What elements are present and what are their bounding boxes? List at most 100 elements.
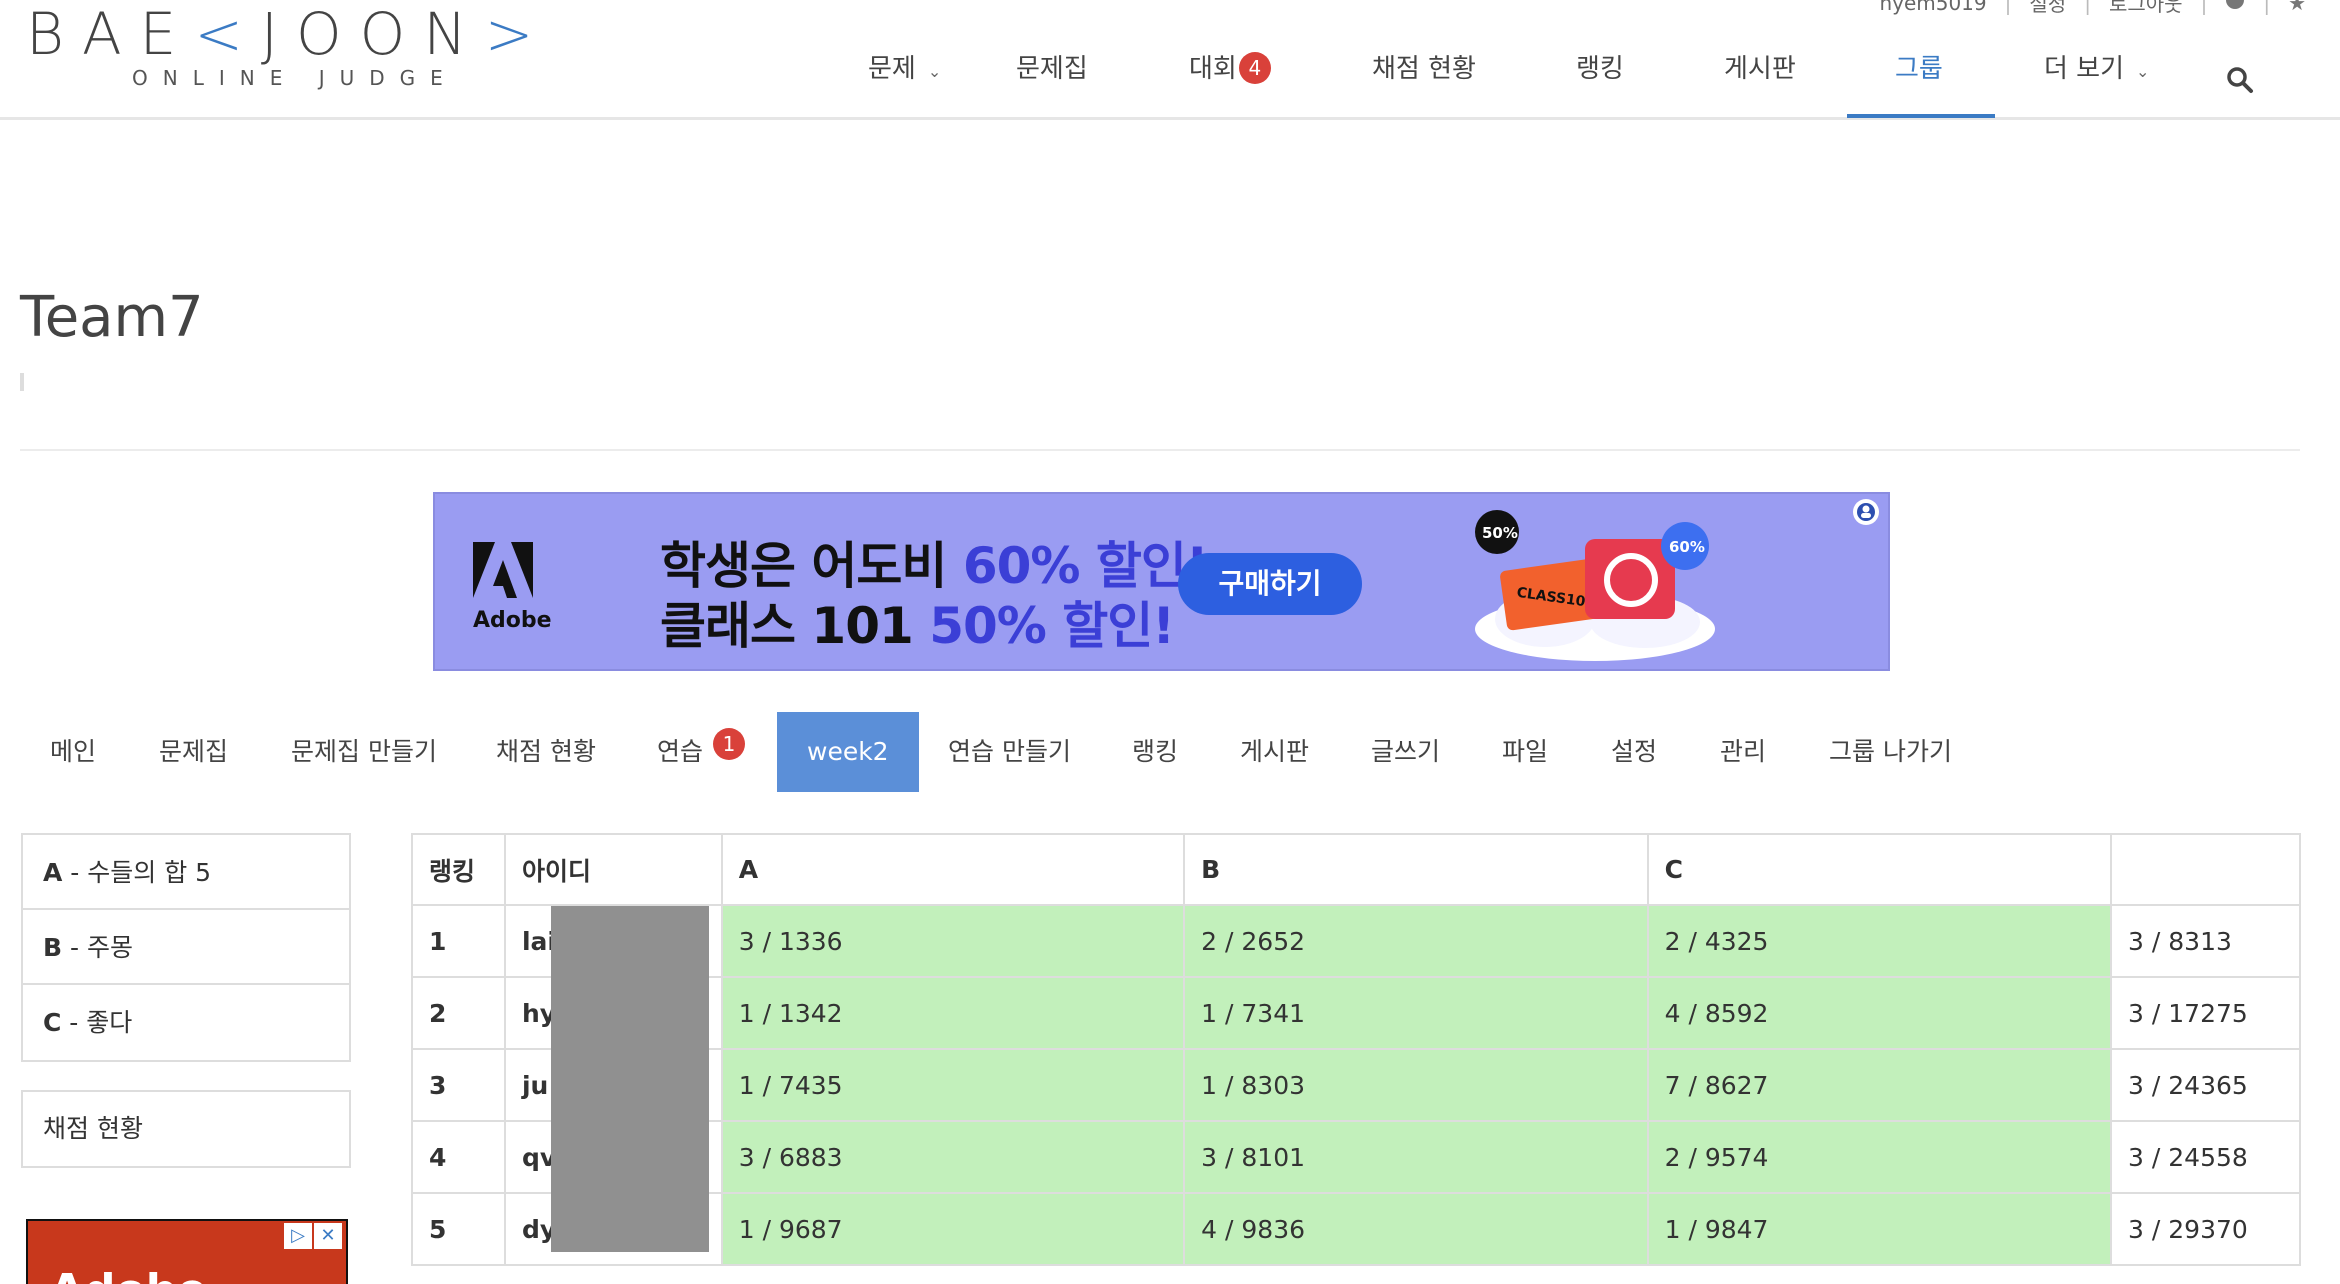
total-cell: 3 / 24558 <box>2110 1120 2301 1194</box>
table-header-row: 랭킹 아이디 A B C <box>411 833 2301 906</box>
rank-cell: 4 <box>411 1120 506 1194</box>
redaction-block <box>550 1120 709 1194</box>
score-cell-a[interactable]: 1 / 7435 <box>720 1048 1186 1122</box>
site-header: BAE<JOON> ONLINE JUDGE nyem5019 | 설정 | 로… <box>0 0 2340 120</box>
column-header-a[interactable]: A <box>720 833 1186 906</box>
nav-status[interactable]: 채점 현황 <box>1372 56 1476 120</box>
settings-link[interactable]: 설정 <box>2029 0 2066 17</box>
tab-make-practice[interactable]: 연습 만들기 <box>948 712 1071 792</box>
total-cell: 3 / 24365 <box>2110 1048 2301 1122</box>
score-cell-c[interactable]: 2 / 9574 <box>1646 1120 2113 1194</box>
score-cell-c[interactable]: 2 / 4325 <box>1646 904 2113 978</box>
globe-icon[interactable] <box>2225 0 2245 15</box>
redaction-block <box>550 976 709 1050</box>
score-cell-b[interactable]: 3 / 8101 <box>1183 1120 1649 1194</box>
title-marker <box>20 373 24 391</box>
tab-workbook[interactable]: 문제집 <box>159 712 228 792</box>
tab-write[interactable]: 글쓰기 <box>1371 712 1440 792</box>
tab-manage[interactable]: 관리 <box>1720 712 1766 792</box>
svg-text:50%: 50% <box>1482 524 1518 542</box>
sidebar-ad[interactable]: ▷ ✕ Adobe <box>26 1219 348 1284</box>
user-id-cell[interactable]: dy <box>503 1192 723 1266</box>
redaction-block <box>550 1192 709 1252</box>
nav-problems[interactable]: 문제 ⌄ <box>868 56 941 120</box>
score-cell-c[interactable]: 7 / 8627 <box>1646 1048 2113 1122</box>
ad-choices-icon[interactable]: ▷ <box>284 1223 312 1249</box>
score-cell-c[interactable]: 4 / 8592 <box>1646 976 2113 1050</box>
adobe-logo: Adobe <box>473 542 552 633</box>
user-id-cell[interactable]: lai <box>503 904 723 978</box>
nav-board[interactable]: 게시판 <box>1724 56 1796 120</box>
rank-cell: 5 <box>411 1192 506 1266</box>
sidebar-status-link[interactable]: 채점 현황 <box>21 1090 351 1168</box>
tab-settings[interactable]: 설정 <box>1611 712 1657 792</box>
ad-banner[interactable]: Adobe 학생은 어도비 60% 할인! 클래스 101 50% 할인! 구매… <box>433 492 1890 671</box>
score-cell-b[interactable]: 1 / 7341 <box>1183 976 1649 1050</box>
problem-link-a[interactable]: A - 수들의 합 5 <box>23 835 349 910</box>
user-id-cell[interactable]: qv <box>503 1120 723 1194</box>
rank-cell: 3 <box>411 1048 506 1122</box>
problem-link-c[interactable]: C - 좋다 <box>23 985 349 1060</box>
total-cell: 3 / 17275 <box>2110 976 2301 1050</box>
score-cell-b[interactable]: 2 / 2652 <box>1183 904 1649 978</box>
divider: | <box>2263 0 2271 15</box>
user-id-cell[interactable]: ju <box>503 1048 723 1122</box>
table-row: 2 hy 1 / 1342 1 / 7341 4 / 8592 3 / 1727… <box>411 976 2301 1050</box>
rank-cell: 1 <box>411 904 506 978</box>
divider: | <box>2200 0 2208 15</box>
star-icon[interactable]: ★ <box>2288 0 2306 15</box>
column-header-b[interactable]: B <box>1183 833 1649 906</box>
score-cell-c[interactable]: 1 / 9847 <box>1646 1192 2113 1266</box>
redaction-block <box>550 906 709 978</box>
svg-text:60%: 60% <box>1669 538 1705 556</box>
score-cell-a[interactable]: 1 / 9687 <box>720 1192 1186 1266</box>
logout-link[interactable]: 로그아웃 <box>2109 0 2183 17</box>
sidebar-ad-text: Adobe <box>50 1265 207 1284</box>
divider <box>20 449 2300 451</box>
contest-count-badge: 4 <box>1238 52 1271 84</box>
redaction-block <box>550 1048 709 1122</box>
score-cell-a[interactable]: 3 / 6883 <box>720 1120 1186 1194</box>
problem-sidebar: A - 수들의 합 5 B - 주몽 C - 좋다 채점 현황 ▷ ✕ Adob… <box>21 833 351 1284</box>
problem-link-b[interactable]: B - 주몽 <box>23 910 349 985</box>
tab-board[interactable]: 게시판 <box>1240 712 1309 792</box>
ad-info-icon[interactable] <box>1852 498 1880 526</box>
group-title: Team7 <box>20 285 204 350</box>
nav-ranking[interactable]: 랭킹 <box>1576 56 1624 120</box>
score-cell-b[interactable]: 4 / 9836 <box>1183 1192 1649 1266</box>
column-header-rank: 랭킹 <box>411 833 506 906</box>
search-icon[interactable] <box>2226 66 2254 94</box>
total-cell: 3 / 29370 <box>2110 1192 2301 1266</box>
username-link[interactable]: nyem5019 <box>1879 0 1986 15</box>
tab-week2[interactable]: week2 <box>777 712 919 792</box>
group-tabs: 메인 문제집 문제집 만들기 채점 현황 연습 1 week2 연습 만들기 랭… <box>20 712 2320 792</box>
score-cell-b[interactable]: 1 / 8303 <box>1183 1048 1649 1122</box>
ad-controls: ▷ ✕ <box>284 1223 342 1249</box>
tab-leave-group[interactable]: 그룹 나가기 <box>1829 712 1952 792</box>
column-header-id: 아이디 <box>503 833 723 906</box>
table-row: 3 ju 1 / 7435 1 / 8303 7 / 8627 3 / 2436… <box>411 1048 2301 1122</box>
chevron-down-icon: ⌄ <box>2136 62 2150 81</box>
active-nav-indicator <box>1847 114 1995 118</box>
score-cell-a[interactable]: 3 / 1336 <box>720 904 1186 978</box>
tab-main[interactable]: 메인 <box>50 712 96 792</box>
ad-headline-2: 클래스 101 50% 할인! <box>660 597 1175 655</box>
nav-group[interactable]: 그룹 <box>1895 56 1943 120</box>
adobe-logo-icon <box>473 542 533 598</box>
score-cell-a[interactable]: 1 / 1342 <box>720 976 1186 1050</box>
user-links: nyem5019 | 설정 | 로그아웃 | | ★ <box>1879 0 2306 17</box>
tab-practice[interactable]: 연습 1 <box>657 712 745 792</box>
column-header-c[interactable]: C <box>1646 833 2113 906</box>
tab-make-workbook[interactable]: 문제집 만들기 <box>291 712 437 792</box>
tab-status[interactable]: 채점 현황 <box>496 712 596 792</box>
tab-files[interactable]: 파일 <box>1502 712 1548 792</box>
user-id-cell[interactable]: hy <box>503 976 723 1050</box>
ad-buy-button[interactable]: 구매하기 <box>1178 553 1362 615</box>
total-cell: 3 / 8313 <box>2110 904 2301 978</box>
nav-more[interactable]: 더 보기 ⌄ <box>2044 56 2149 120</box>
tab-ranking[interactable]: 랭킹 <box>1132 712 1178 792</box>
close-icon[interactable]: ✕ <box>314 1223 342 1249</box>
column-header-total <box>2110 833 2301 906</box>
nav-contest[interactable]: 대회 4 <box>1189 52 1271 120</box>
nav-workbook[interactable]: 문제집 <box>1016 56 1088 120</box>
